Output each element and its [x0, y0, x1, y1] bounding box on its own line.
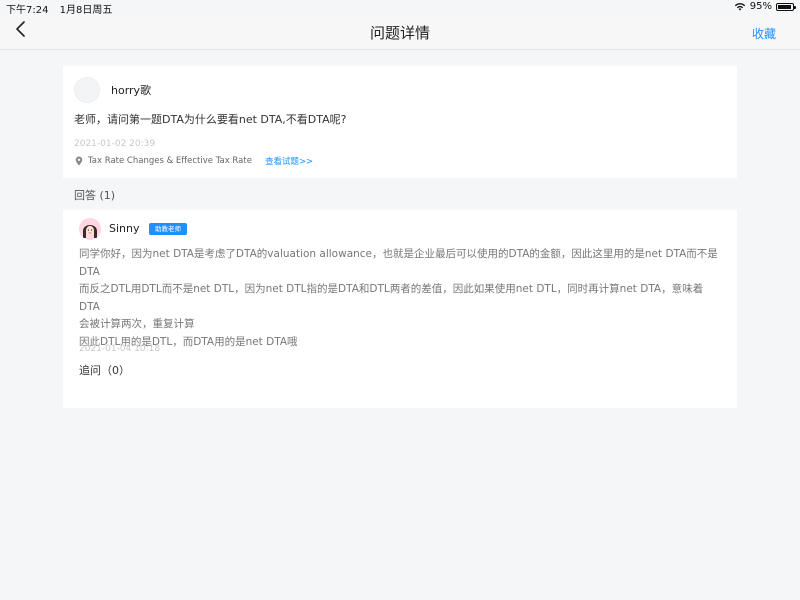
answers-heading: 回答 (1) [74, 189, 116, 202]
followup-button[interactable]: 追问（0） [79, 362, 130, 378]
question-username: horry歌 [111, 84, 152, 97]
battery-percent: 95% [749, 1, 772, 12]
answer-line: 同学你好，因为net DTA是考虑了DTA的valuation allowanc… [79, 248, 718, 260]
question-card: horry歌 老师，请问第一题DTA为什么要看net DTA,不看DTA呢? 2… [63, 66, 737, 178]
location-pin-icon [74, 156, 83, 166]
nav-bar: 问题详情 收藏 [0, 14, 800, 50]
answer-line: DTA [79, 265, 100, 278]
question-tag-row: Tax Rate Changes & Effective Tax Rate 查看… [74, 155, 313, 167]
page-title: 问题详情 [369, 24, 430, 42]
question-tag: Tax Rate Changes & Effective Tax Rate [88, 156, 252, 166]
answer-line: 会被计算两次，重复计算 [79, 318, 195, 330]
avatar [74, 77, 100, 103]
answer-date: 2021-01-04 10:18 [79, 344, 161, 354]
favorite-button[interactable]: 收藏 [752, 25, 776, 42]
battery-icon [776, 2, 796, 11]
status-right: 95% [734, 1, 796, 12]
status-bar: 下午7:24 1月8日周五 95% [0, 0, 800, 16]
question-text: 老师，请问第一题DTA为什么要看net DTA,不看DTA呢? [74, 113, 347, 126]
answer-body: 同学你好，因为net DTA是考虑了DTA的valuation allowanc… [79, 246, 719, 351]
teacher-badge: 助教老师 [149, 223, 187, 235]
answer-card: Sinny 助教老师 同学你好，因为net DTA是考虑了DTA的valuati… [63, 210, 737, 408]
answer-line: 因此DTL用的是DTL，而DTA用的是net DTA哦 [79, 335, 298, 348]
wifi-icon [734, 2, 746, 11]
question-date: 2021-01-02 20:39 [74, 139, 156, 149]
answer-line: 而反之DTL用DTL而不是net DTL，因为net DTL指的是DTA和DTL… [79, 283, 704, 313]
view-question-link[interactable]: 查看试题>> [265, 155, 313, 167]
answer-author-name: Sinny [109, 222, 140, 235]
avatar [79, 218, 101, 240]
